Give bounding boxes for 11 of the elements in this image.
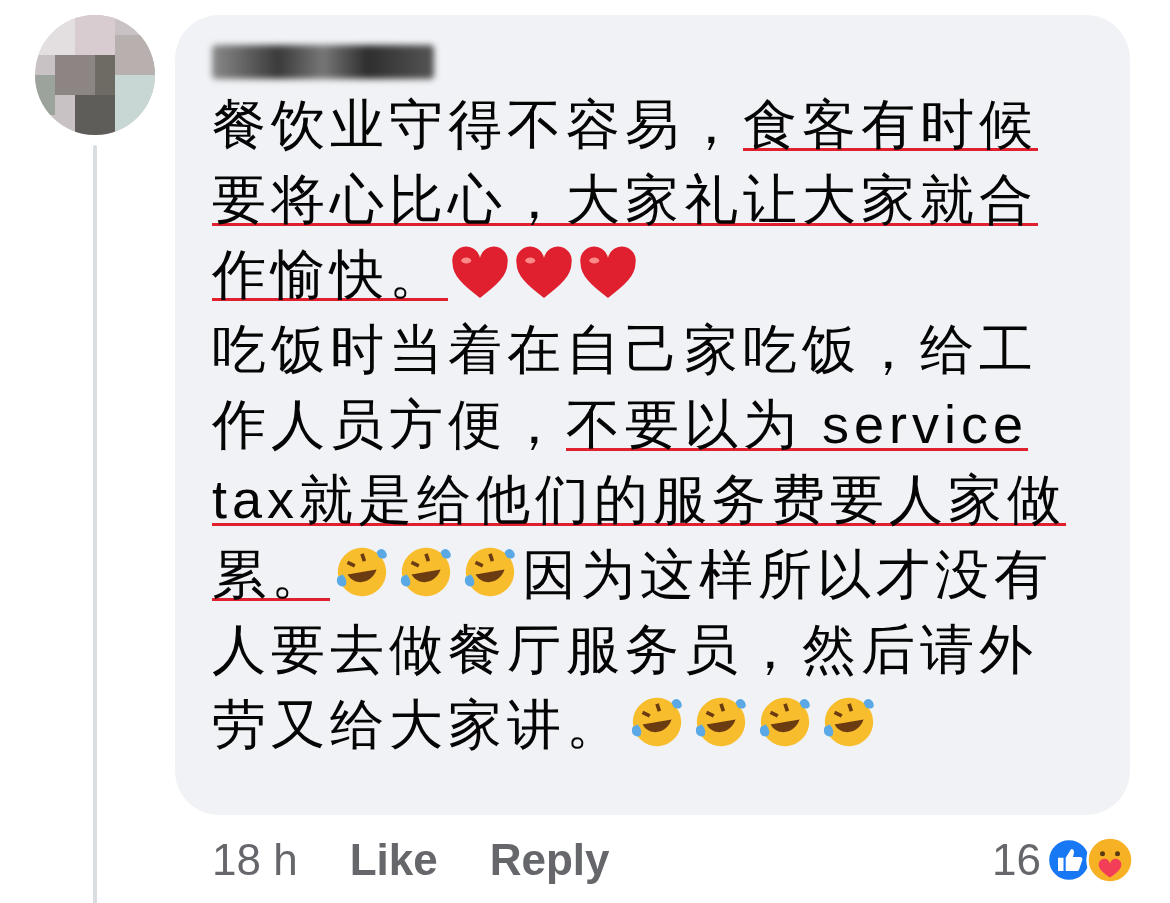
comment-text: 餐饮业守得不容易，食客有时候要将心比心，大家礼让大家就合作愉快。 xyxy=(212,93,1039,306)
heart-icon xyxy=(578,245,638,301)
reaction-count[interactable]: 16 xyxy=(992,827,1041,893)
like-button[interactable]: Like xyxy=(349,827,438,893)
like-reaction-icon xyxy=(1047,838,1091,882)
heart-icon xyxy=(514,245,574,301)
comment-time: 18 h xyxy=(212,834,298,886)
comment-text: 吃饭时当着在自己家吃饭，给工作人员方便，不要以为 service tax就是给他们的服务费要人家做累。 因为这样所以才没有人要去做餐厅服务员，然后请外劳又给大家讲。 xyxy=(212,318,1068,756)
reply-button[interactable]: Reply xyxy=(489,827,610,893)
heart-icon xyxy=(450,245,510,301)
care-reaction-icon xyxy=(1085,835,1135,885)
